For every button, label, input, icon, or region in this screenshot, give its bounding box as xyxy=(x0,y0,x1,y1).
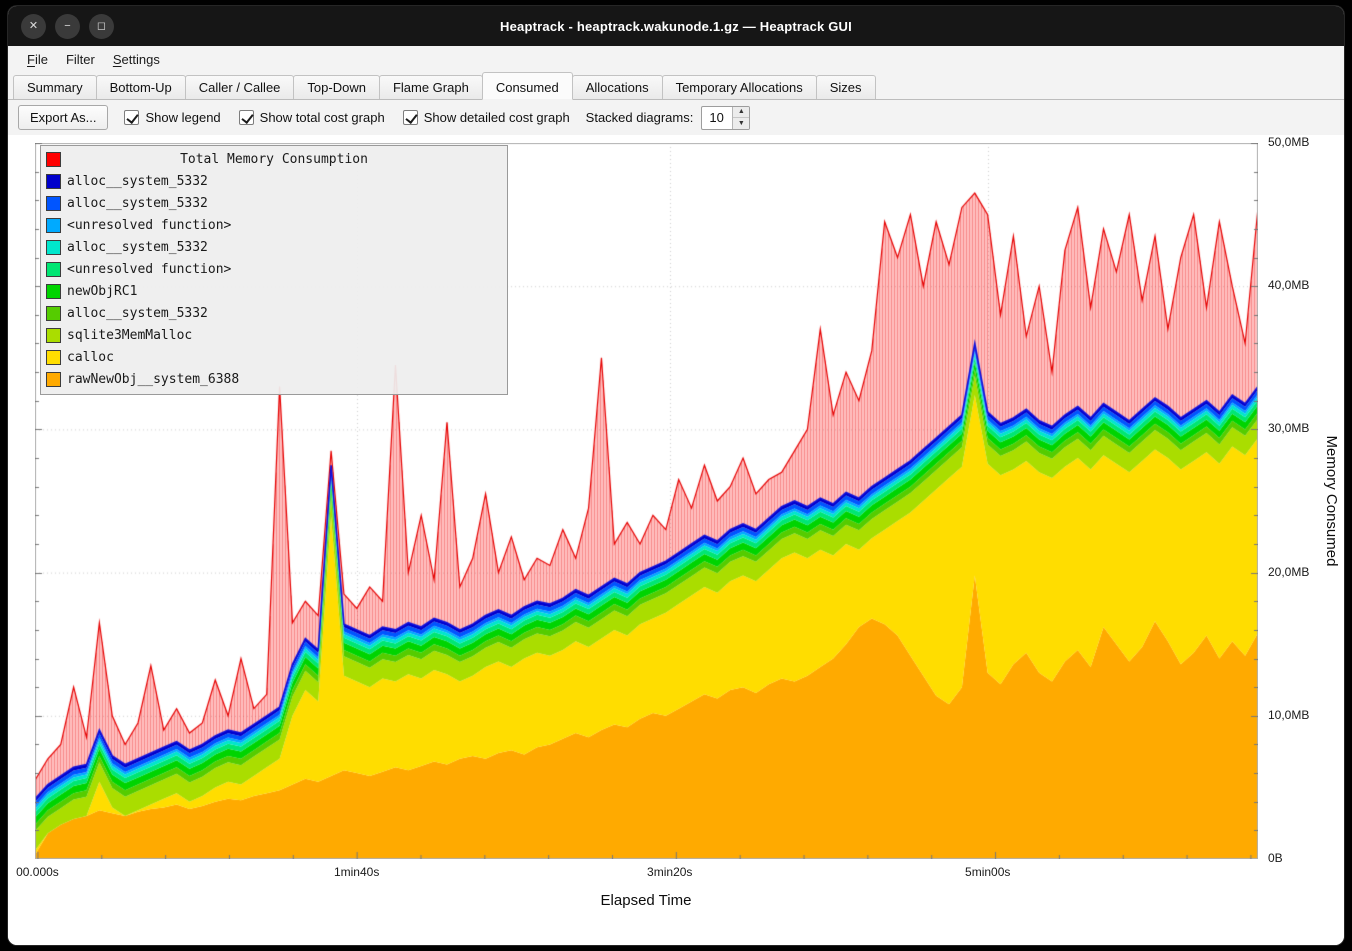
tab-consumed[interactable]: Consumed xyxy=(482,72,573,100)
legend-item-label: calloc xyxy=(67,350,114,365)
legend-item-label: newObjRC1 xyxy=(67,284,137,299)
y-axis-tick-label: 30,0MB xyxy=(1268,421,1340,435)
legend-item: alloc__system_5332 xyxy=(41,236,507,258)
tab-caller-callee[interactable]: Caller / Callee xyxy=(185,75,295,99)
legend-item-label: alloc__system_5332 xyxy=(67,174,208,189)
legend-item: sqlite3MemMalloc xyxy=(41,324,507,346)
legend-item: <unresolved function> xyxy=(41,258,507,280)
legend-item-label: alloc__system_5332 xyxy=(67,306,208,321)
checkbox-box[interactable] xyxy=(239,110,254,125)
legend: Total Memory Consumption alloc__system_5… xyxy=(40,145,508,395)
stacked-diagrams-spinbox[interactable]: 10 ▲ ▼ xyxy=(701,106,750,130)
legend-item-label: alloc__system_5332 xyxy=(67,196,208,211)
checkbox-show-legend[interactable]: Show legend xyxy=(124,110,220,125)
checkbox-show-total-cost-graph[interactable]: Show total cost graph xyxy=(239,110,385,125)
export-as-button[interactable]: Export As... xyxy=(18,105,108,130)
chart-area: Total Memory Consumption alloc__system_5… xyxy=(8,135,1344,945)
legend-item-label: rawNewObj__system_6388 xyxy=(67,372,239,387)
legend-item: calloc xyxy=(41,346,507,368)
legend-item: <unresolved function> xyxy=(41,214,507,236)
y-axis-tick-label: 40,0MB xyxy=(1268,278,1340,292)
legend-swatch xyxy=(46,174,61,189)
window-title: Heaptrack - heaptrack.wakunode.1.gz — He… xyxy=(500,19,852,34)
checkbox-box[interactable] xyxy=(403,110,418,125)
legend-item: alloc__system_5332 xyxy=(41,192,507,214)
spinbox-down-arrow-icon[interactable]: ▼ xyxy=(733,118,749,129)
legend-title-swatch xyxy=(46,152,61,167)
legend-swatch xyxy=(46,284,61,299)
legend-swatch xyxy=(46,240,61,255)
tab-bottom-up[interactable]: Bottom-Up xyxy=(96,75,186,99)
legend-swatch xyxy=(46,328,61,343)
spinbox-up-arrow-icon[interactable]: ▲ xyxy=(733,107,749,119)
spinbox-value[interactable]: 10 xyxy=(702,107,732,129)
stacked-diagrams-label: Stacked diagrams: xyxy=(586,110,694,125)
menu-settings[interactable]: Settings xyxy=(104,49,169,70)
heaptrack-window: ✕−◻ Heaptrack - heaptrack.wakunode.1.gz … xyxy=(8,6,1344,945)
y-axis-tick-label: 10,0MB xyxy=(1268,708,1340,722)
legend-swatch xyxy=(46,196,61,211)
x-axis-tick-label: 3min20s xyxy=(647,865,692,879)
toolbar: Export As... Show legend Show total cost … xyxy=(8,100,1344,135)
legend-swatch xyxy=(46,262,61,277)
tab-summary[interactable]: Summary xyxy=(13,75,97,99)
legend-item: rawNewObj__system_6388 xyxy=(41,368,507,390)
tab-top-down[interactable]: Top-Down xyxy=(293,75,380,99)
menu-file[interactable]: File xyxy=(18,49,57,70)
legend-item: newObjRC1 xyxy=(41,280,507,302)
spinbox-arrows: ▲ ▼ xyxy=(732,107,749,129)
x-axis-title: Elapsed Time xyxy=(601,892,692,909)
tabbar: SummaryBottom-UpCaller / CalleeTop-DownF… xyxy=(8,72,1344,100)
y-axis-tick-label: 50,0MB xyxy=(1268,135,1340,149)
checkbox-label: Show total cost graph xyxy=(260,110,385,125)
legend-swatch xyxy=(46,350,61,365)
close-button[interactable]: ✕ xyxy=(21,14,46,39)
y-axis-tick-label: 0B xyxy=(1268,851,1340,865)
y-axis-title: Memory Consumed xyxy=(1323,436,1340,567)
tab-allocations[interactable]: Allocations xyxy=(572,75,663,99)
x-axis-tick-label: 1min40s xyxy=(334,865,379,879)
window-controls: ✕−◻ xyxy=(21,6,114,46)
toolbar-checkboxes: Show legend Show total cost graph Show det… xyxy=(124,110,569,125)
legend-item-label: <unresolved function> xyxy=(67,218,231,233)
tab-flame-graph[interactable]: Flame Graph xyxy=(379,75,483,99)
legend-swatch xyxy=(46,372,61,387)
menubar: FileFilterSettings xyxy=(8,46,1344,72)
titlebar[interactable]: ✕−◻ Heaptrack - heaptrack.wakunode.1.gz … xyxy=(8,6,1344,46)
y-axis-tick-label: 20,0MB xyxy=(1268,565,1340,579)
legend-title: Total Memory Consumption xyxy=(67,152,481,167)
x-axis-tick-label: 00.000s xyxy=(16,865,59,879)
legend-swatch xyxy=(46,218,61,233)
legend-item: alloc__system_5332 xyxy=(41,302,507,324)
tab-temporary-allocations[interactable]: Temporary Allocations xyxy=(662,75,817,99)
legend-title-row: Total Memory Consumption xyxy=(41,148,507,170)
legend-item: alloc__system_5332 xyxy=(41,170,507,192)
menu-filter[interactable]: Filter xyxy=(57,49,104,70)
legend-item-label: alloc__system_5332 xyxy=(67,240,208,255)
x-axis-tick-label: 5min00s xyxy=(965,865,1010,879)
checkbox-box[interactable] xyxy=(124,110,139,125)
tab-sizes[interactable]: Sizes xyxy=(816,75,876,99)
minimize-button[interactable]: − xyxy=(55,14,80,39)
legend-swatch xyxy=(46,306,61,321)
legend-item-label: sqlite3MemMalloc xyxy=(67,328,192,343)
checkbox-label: Show detailed cost graph xyxy=(424,110,570,125)
checkbox-show-detailed-cost-graph[interactable]: Show detailed cost graph xyxy=(403,110,570,125)
checkbox-label: Show legend xyxy=(145,110,220,125)
maximize-button[interactable]: ◻ xyxy=(89,14,114,39)
legend-item-label: <unresolved function> xyxy=(67,262,231,277)
stacked-diagrams-group: Stacked diagrams: 10 ▲ ▼ xyxy=(586,106,751,130)
